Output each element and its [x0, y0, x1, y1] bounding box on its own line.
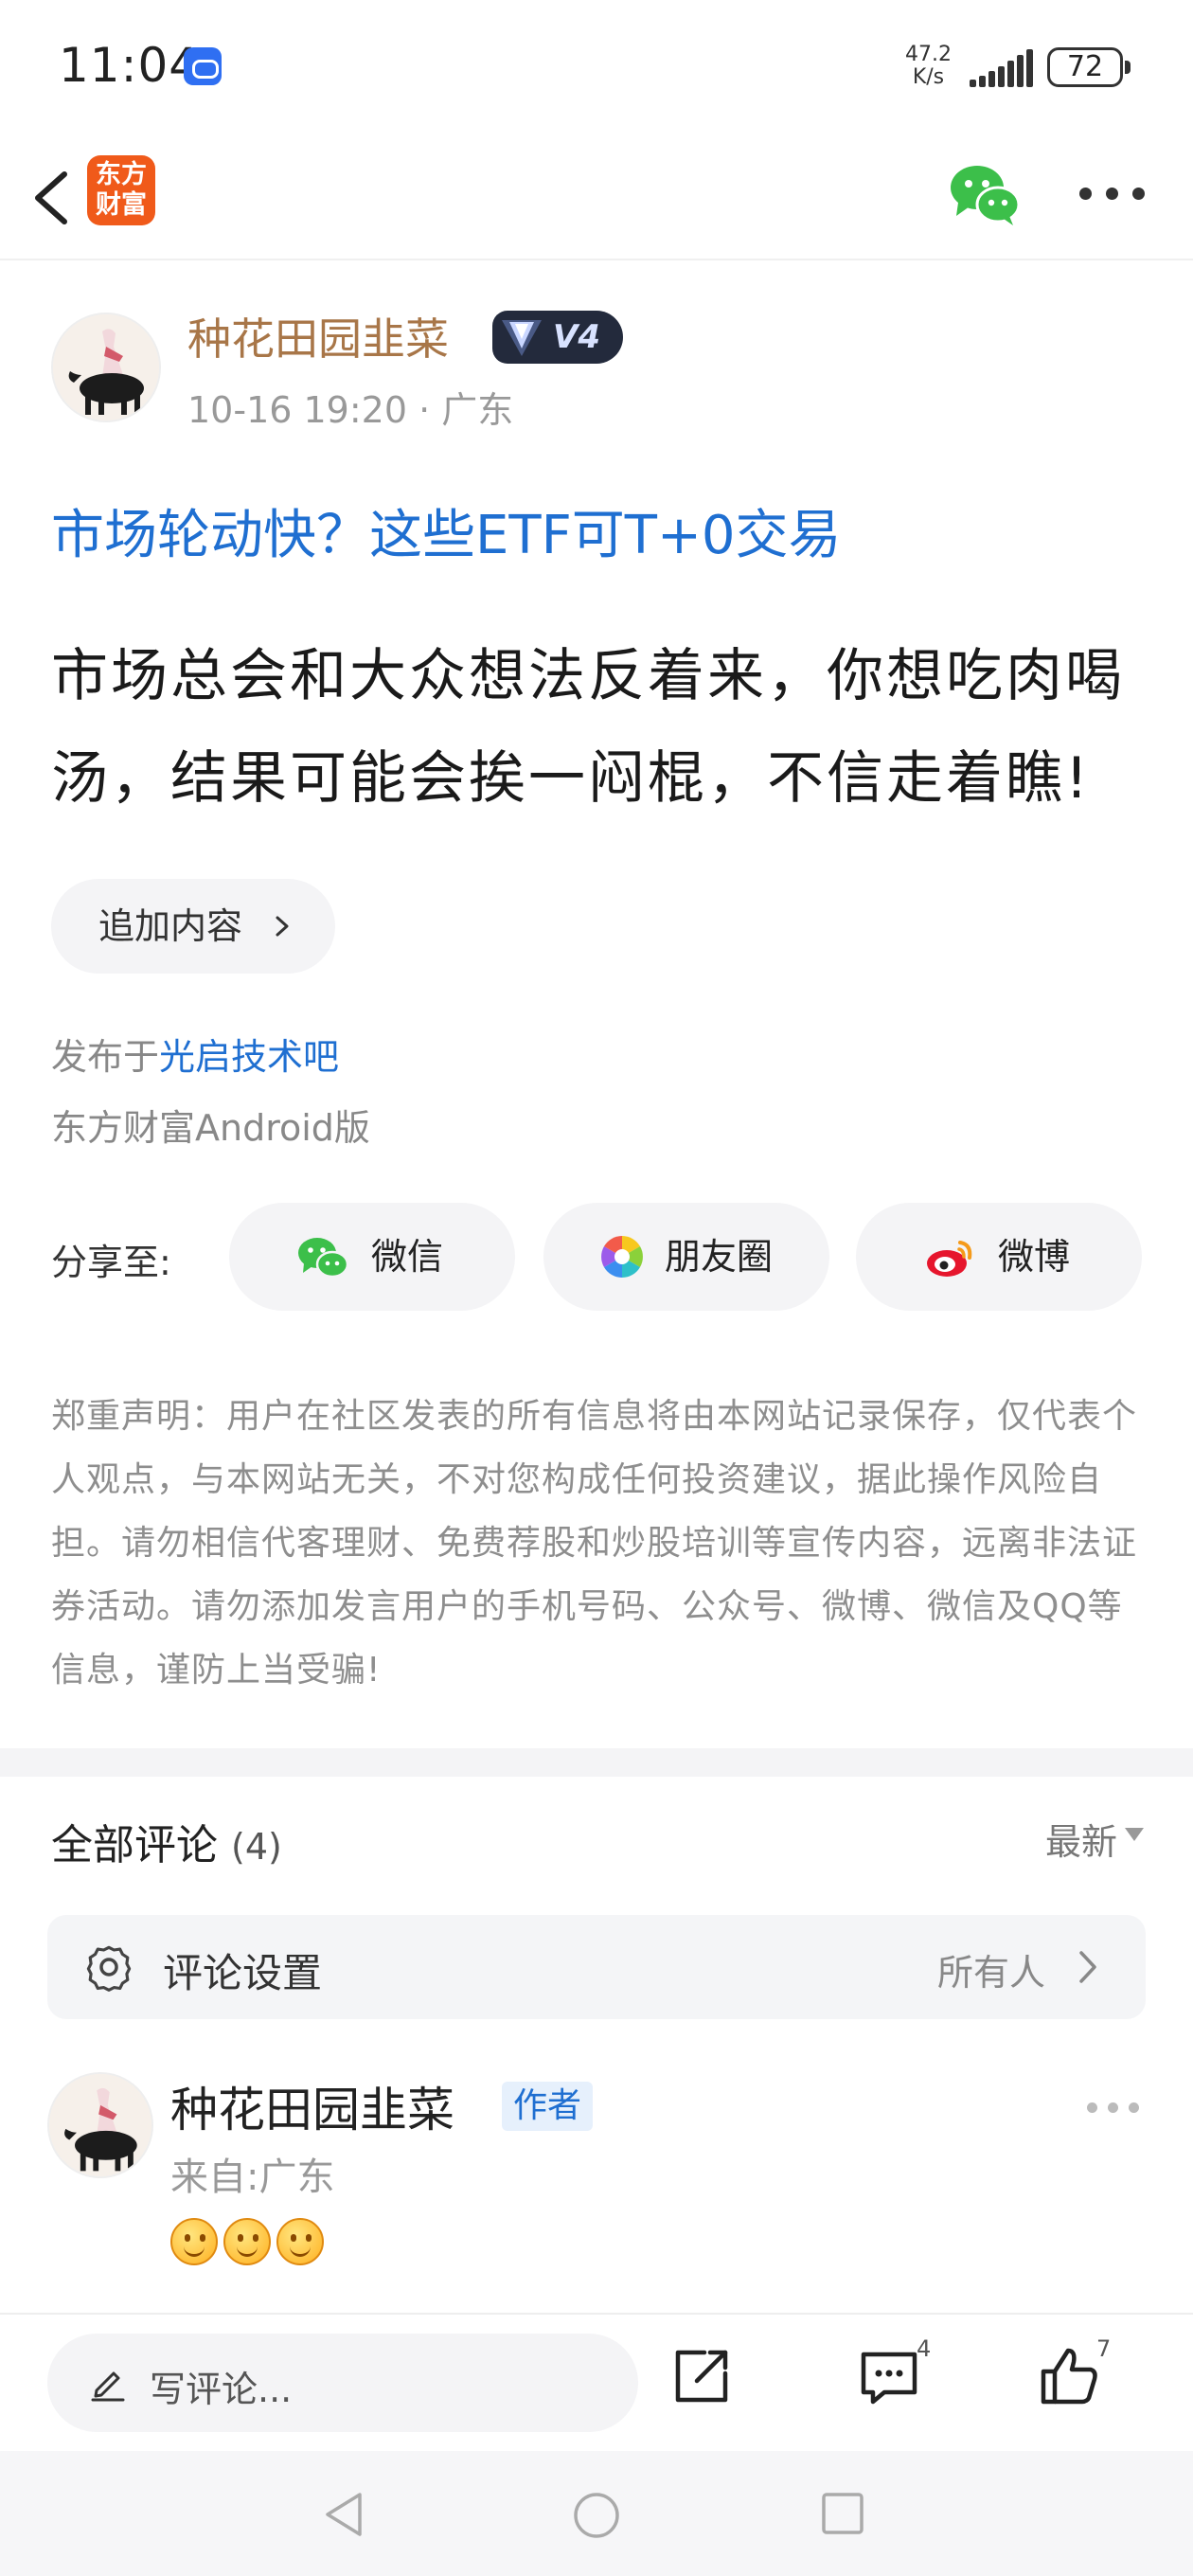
caret-down-icon[interactable]: [1125, 1828, 1144, 1841]
thumbs-up-icon[interactable]: [1036, 2343, 1102, 2409]
comment-more-icon[interactable]: [1087, 2102, 1144, 2116]
app-logo-line2: 财富: [96, 190, 147, 220]
chevron-right-icon: [1079, 1951, 1096, 1983]
system-navigation-bar: [0, 2451, 1193, 2576]
published-prefix: 发布于: [51, 1036, 160, 1078]
author-avatar[interactable]: [51, 313, 161, 422]
post-body: 市场总会和大众想法反着来，你想吃肉喝汤，结果可能会挨一闷棍，不信走着瞧!: [51, 643, 1125, 812]
post-title-link[interactable]: 市场轮动快？这些ETF可T+0交易: [51, 492, 842, 569]
level-badge: V4: [492, 311, 623, 364]
write-comment-input[interactable]: 写评论...: [47, 2334, 638, 2432]
network-speed: 47.2 K/s: [905, 44, 952, 89]
disclaimer-text: 郑重声明：用户在社区发表的所有信息将由本网站记录保存，仅代表个人观点，与本网站无…: [51, 1397, 1138, 1690]
gear-icon: [86, 1945, 132, 1992]
bar-link[interactable]: 光启技术吧: [159, 1036, 339, 1078]
app-logo: 东方 财富: [87, 155, 155, 225]
share-moments-button[interactable]: 朋友圈: [543, 1203, 829, 1311]
nav-recents-icon[interactable]: [820, 2491, 865, 2536]
smile-emoji-icon: [223, 2218, 271, 2265]
top-nav: 东方 财富: [0, 133, 1193, 260]
section-divider: [0, 1748, 1193, 1777]
chevron-right-icon: [276, 916, 289, 937]
client-label: 东方财富Android版: [51, 1107, 370, 1149]
append-content-label: 追加内容: [98, 905, 243, 947]
sort-dropdown[interactable]: 最新: [1045, 1813, 1117, 1865]
comment-settings-row[interactable]: 评论设置 所有人: [47, 1915, 1146, 2019]
comments-header: 全部评论 (4): [51, 1811, 282, 1871]
smile-emoji-icon: [276, 2218, 324, 2265]
comment-settings-label: 评论设置: [163, 1950, 323, 1996]
back-arrow-icon[interactable]: [27, 167, 83, 229]
share-label: 分享至:: [51, 1242, 171, 1283]
bottom-action-bar: 写评论... 4 7: [0, 2313, 1193, 2451]
smile-emoji-icon: [170, 2218, 218, 2265]
moments-icon: [601, 1236, 643, 1278]
share-icon[interactable]: [668, 2343, 735, 2409]
share-wechat-button[interactable]: 微信: [229, 1203, 515, 1311]
comment-count-badge: 4: [917, 2335, 932, 2362]
author-tag: 作者: [502, 2082, 594, 2131]
network-speed-unit: K/s: [912, 65, 945, 89]
comment-settings-value: 所有人: [936, 1952, 1045, 1994]
more-options-icon[interactable]: [1079, 188, 1146, 203]
network-speed-value: 47.2: [905, 43, 952, 66]
published-in: 发布于光启技术吧: [51, 1028, 339, 1080]
comment-author-name[interactable]: 种花田园韭菜: [170, 2072, 454, 2140]
signal-icon: [970, 49, 1036, 87]
battery-icon: 72: [1047, 47, 1131, 87]
level-text: V4: [553, 318, 600, 356]
status-time: 11:04: [59, 38, 201, 93]
author-name[interactable]: 种花田园韭菜: [187, 305, 449, 367]
comment-icon[interactable]: [856, 2343, 922, 2409]
like-count-badge: 7: [1096, 2335, 1112, 2362]
diamond-icon: [502, 320, 542, 356]
wechat-icon: [298, 1238, 348, 1279]
post-meta: 10-16 19:20 · 广东: [187, 389, 514, 431]
append-content-button[interactable]: 追加内容: [51, 879, 335, 974]
nav-back-icon[interactable]: [322, 2491, 369, 2538]
share-weibo-button[interactable]: 微博: [856, 1203, 1142, 1311]
comments-title: 全部评论: [51, 1821, 218, 1869]
nav-home-icon[interactable]: [572, 2491, 621, 2540]
app-logo-line1: 东方: [96, 160, 147, 189]
share-wechat-label: 微信: [371, 1236, 444, 1278]
cloud-icon: [184, 47, 222, 85]
comment-location: 来自:广东: [170, 2156, 335, 2199]
weibo-icon: [927, 1241, 972, 1277]
pencil-icon: [91, 2371, 125, 2402]
share-moments-label: 朋友圈: [665, 1236, 774, 1278]
share-weibo-label: 微博: [998, 1236, 1071, 1278]
comments-count: (4): [231, 1826, 282, 1868]
status-bar: 11:04 47.2 K/s 72: [0, 0, 1193, 133]
wechat-share-icon[interactable]: [949, 161, 1021, 227]
comment-avatar[interactable]: [47, 2072, 153, 2178]
write-comment-placeholder: 写评论...: [150, 2369, 293, 2410]
